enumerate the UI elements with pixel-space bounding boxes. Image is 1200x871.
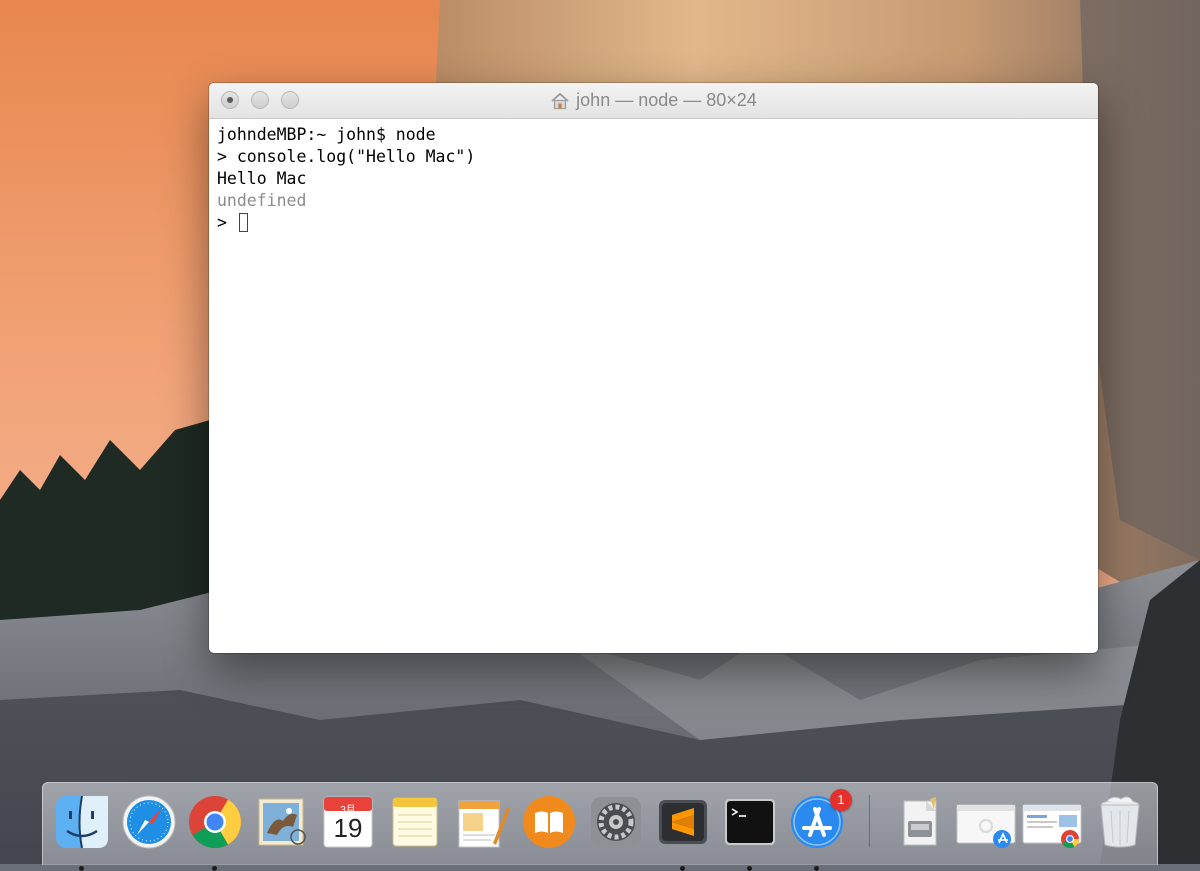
chrome-icon	[189, 796, 241, 848]
dock-item-sublime-text[interactable]	[654, 793, 712, 871]
home-folder-icon	[550, 91, 570, 111]
finder-icon	[56, 795, 108, 849]
dock-item-app-store[interactable]: 1	[788, 789, 852, 871]
sublime-text-icon	[659, 800, 707, 844]
window-titlebar[interactable]: john — node — 80×24	[209, 83, 1098, 119]
terminal-prompt: >	[217, 213, 237, 232]
dock-item-calendar[interactable]: 3月 19	[319, 793, 377, 851]
running-indicator	[814, 866, 819, 871]
dock-item-finder[interactable]	[53, 793, 111, 871]
app-store-window-icon	[956, 804, 1016, 848]
dock-item-ibooks[interactable]	[520, 793, 578, 851]
terminal-line: undefined	[217, 191, 307, 210]
terminal-prompt-line: >	[217, 212, 1090, 234]
dock-item-disk-utility[interactable]	[890, 793, 948, 851]
terminal-line: > console.log("Hello Mac")	[217, 147, 476, 166]
dock-item-chrome[interactable]	[186, 793, 244, 871]
dock-item-system-preferences[interactable]	[587, 793, 645, 851]
window-title-area: john — node — 80×24	[209, 83, 1098, 118]
text-cursor	[238, 213, 248, 232]
ibooks-icon	[523, 796, 575, 848]
window-title: john — node — 80×24	[576, 90, 757, 110]
safari-icon	[122, 795, 176, 849]
calendar-day: 19	[333, 813, 363, 843]
terminal-output[interactable]: johndeMBP:~ john$ node > console.log("He…	[209, 119, 1098, 239]
dock-separator	[869, 795, 870, 847]
notes-icon	[392, 797, 438, 847]
dock-item-mail[interactable]	[253, 793, 311, 851]
system-preferences-icon	[591, 797, 641, 847]
terminal-line: Hello Mac	[217, 169, 307, 188]
terminal-window[interactable]: john — node — 80×24 johndeMBP:~ john$ no…	[209, 83, 1098, 653]
dock-item-terminal[interactable]	[721, 793, 779, 871]
notification-badge: 1	[830, 789, 852, 811]
running-indicator	[212, 866, 217, 871]
pages-icon	[458, 800, 510, 848]
dock-item-chrome-window[interactable]	[1021, 793, 1083, 851]
dock-item-pages[interactable]	[453, 793, 511, 851]
running-indicator	[79, 866, 84, 871]
trash-icon	[1100, 796, 1140, 848]
terminal-line: johndeMBP:~ john$ node	[217, 125, 436, 144]
mail-icon	[258, 798, 306, 846]
terminal-icon	[725, 799, 775, 845]
dock-item-app-store-window[interactable]	[955, 793, 1017, 851]
dock-item-trash[interactable]	[1091, 793, 1149, 851]
dock-item-safari[interactable]	[120, 793, 178, 851]
dock: 3月 19 1	[42, 782, 1158, 871]
chrome-window-icon	[1022, 804, 1082, 849]
running-indicator	[747, 866, 752, 871]
running-indicator	[680, 866, 685, 871]
disk-utility-icon	[903, 797, 937, 846]
dock-item-notes[interactable]	[386, 793, 444, 851]
